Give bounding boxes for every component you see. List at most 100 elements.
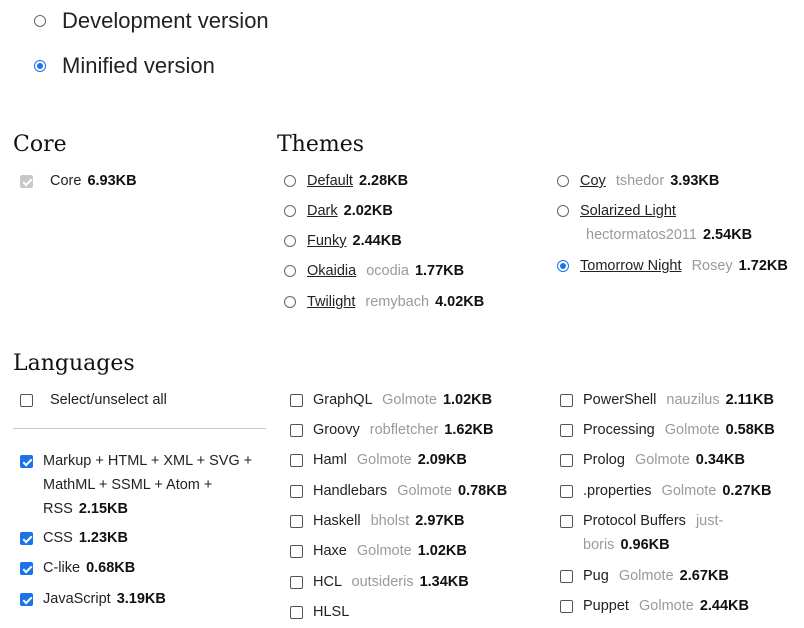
theme-radio[interactable] — [284, 265, 296, 277]
theme-option-dark[interactable]: Dark 2.02KB — [284, 199, 414, 223]
language-label: .properties — [583, 483, 652, 499]
core-heading: Core — [13, 132, 67, 157]
language-size: 0.27KB — [722, 483, 772, 499]
language-checkbox[interactable] — [290, 394, 303, 407]
language-option-hcl[interactable]: HCL outsideris 1.34KB — [290, 570, 540, 594]
language-label: PowerShell — [583, 392, 657, 408]
theme-size: 2.28KB — [358, 173, 409, 189]
development-version-radio[interactable] — [34, 15, 46, 27]
language-checkbox[interactable] — [560, 454, 573, 467]
theme-option-funky[interactable]: Funky 2.44KB — [284, 229, 414, 253]
language-checkbox[interactable] — [560, 600, 573, 613]
theme-option-coy[interactable]: Coy tshedor 3.93KB — [557, 169, 797, 193]
language-checkbox[interactable] — [290, 576, 303, 589]
language-checkbox[interactable] — [20, 593, 33, 606]
language-option-graphql[interactable]: GraphQL Golmote 1.02KB — [290, 388, 540, 412]
language-option-groovy[interactable]: Groovy robfletcher 1.62KB — [290, 418, 540, 442]
theme-link[interactable]: Twilight — [307, 294, 355, 310]
language-size: 2.11KB — [725, 392, 774, 408]
language-checkbox[interactable] — [560, 394, 573, 407]
language-option-css[interactable]: CSS 1.23KB — [20, 526, 265, 550]
language-author: nauzilus — [666, 392, 720, 408]
theme-radio[interactable] — [284, 235, 296, 247]
theme-radio[interactable] — [557, 175, 569, 187]
language-checkbox[interactable] — [290, 545, 303, 558]
language-checkbox[interactable] — [290, 606, 303, 619]
theme-link[interactable]: Coy — [580, 173, 606, 189]
language-author: robfletcher — [369, 422, 439, 438]
language-option-haxe[interactable]: Haxe Golmote 1.02KB — [290, 539, 540, 563]
theme-author: ocodia — [366, 263, 409, 279]
language-checkbox[interactable] — [560, 515, 573, 528]
theme-size: 1.72KB — [738, 258, 788, 274]
language-checkbox[interactable] — [290, 515, 303, 528]
language-option-puppet[interactable]: Puppet Golmote 2.44KB — [560, 594, 800, 618]
language-option-javascript[interactable]: JavaScript 3.19KB — [20, 587, 265, 611]
language-checkbox[interactable] — [290, 424, 303, 437]
language-checkbox[interactable] — [290, 454, 303, 467]
theme-size: 3.93KB — [670, 173, 720, 189]
language-size: 3.19KB — [116, 591, 166, 607]
language-checkbox[interactable] — [560, 424, 573, 437]
theme-radio[interactable] — [284, 175, 296, 187]
language-label: C-like — [43, 560, 81, 576]
language-author: Golmote — [661, 483, 717, 499]
theme-option-tomorrow-night[interactable]: Tomorrow Night Rosey 1.72KB — [557, 254, 797, 278]
theme-link[interactable]: Default — [307, 173, 353, 189]
theme-link[interactable]: Dark — [307, 203, 338, 219]
select-all-option[interactable]: Select/unselect all — [20, 388, 167, 412]
language-author: Golmote — [356, 543, 412, 559]
theme-option-okaidia[interactable]: Okaidia ocodia 1.77KB — [284, 259, 544, 283]
language-option-markup-html-xml-svg-mathml-ssml-atom-rss[interactable]: Markup + HTML + XML + SVG + MathML + SSM… — [20, 449, 265, 521]
language-checkbox[interactable] — [290, 485, 303, 498]
language-checkbox[interactable] — [20, 455, 33, 468]
theme-radio[interactable] — [557, 260, 569, 272]
theme-author: hectormatos2011 — [586, 227, 697, 243]
language-size: 0.96KB — [620, 537, 670, 553]
language-author: Golmote — [639, 598, 694, 614]
language-option-handlebars[interactable]: Handlebars Golmote 0.78KB — [290, 479, 540, 503]
language-author: Golmote — [382, 392, 437, 408]
language-label: Haxe — [313, 543, 347, 559]
development-version-option[interactable]: Development version — [34, 8, 269, 34]
theme-size: 2.54KB — [702, 227, 753, 243]
language-option-processing[interactable]: Processing Golmote 0.58KB — [560, 418, 800, 442]
language-option-prolog[interactable]: Prolog Golmote 0.34KB — [560, 448, 800, 472]
theme-radio[interactable] — [557, 205, 569, 217]
select-all-checkbox[interactable] — [20, 394, 33, 407]
language-option-protocol-buffers[interactable]: Protocol Buffers just-boris 0.96KB — [560, 509, 740, 557]
theme-option-default[interactable]: Default 2.28KB — [284, 169, 414, 193]
theme-author: tshedor — [615, 173, 665, 189]
theme-option-twilight[interactable]: Twilight remybach 4.02KB — [284, 290, 544, 314]
minified-version-radio[interactable] — [34, 60, 46, 72]
language-checkbox[interactable] — [20, 532, 33, 545]
language-label: Protocol Buffers — [583, 513, 686, 529]
language-option-c-like[interactable]: C-like 0.68KB — [20, 556, 265, 580]
language-size: 2.44KB — [699, 598, 749, 614]
minified-version-option[interactable]: Minified version — [34, 53, 215, 79]
language-size: 1.34KB — [419, 574, 469, 590]
language-option-haskell[interactable]: Haskell bholst 2.97KB — [290, 509, 540, 533]
language-option-haml[interactable]: Haml Golmote 2.09KB — [290, 448, 540, 472]
language-option-pug[interactable]: Pug Golmote 2.67KB — [560, 564, 800, 588]
theme-radio[interactable] — [284, 205, 296, 217]
language-checkbox[interactable] — [20, 562, 33, 575]
theme-link[interactable]: Okaidia — [307, 263, 356, 279]
language-author: Golmote — [356, 452, 412, 468]
language-size: 1.02KB — [442, 392, 493, 408]
theme-link[interactable]: Solarized Light — [580, 203, 676, 219]
language-option-powershell[interactable]: PowerShell nauzilus 2.11KB — [560, 388, 800, 412]
core-checkbox — [20, 175, 33, 188]
theme-link[interactable]: Tomorrow Night — [580, 258, 682, 274]
language-option-hlsl[interactable]: HLSL — [290, 600, 540, 624]
theme-option-solarized-light[interactable]: Solarized Light hectormatos2011 2.54KB — [557, 199, 797, 247]
theme-size: 2.02KB — [343, 203, 393, 219]
language-author: outsideris — [351, 574, 414, 590]
theme-link[interactable]: Funky — [307, 233, 347, 249]
theme-radio[interactable] — [284, 296, 296, 308]
language-checkbox[interactable] — [560, 485, 573, 498]
language-option-properties[interactable]: .properties Golmote 0.27KB — [560, 479, 800, 503]
language-label: HCL — [313, 574, 342, 590]
language-checkbox[interactable] — [560, 570, 573, 583]
theme-author: Rosey — [691, 258, 733, 274]
